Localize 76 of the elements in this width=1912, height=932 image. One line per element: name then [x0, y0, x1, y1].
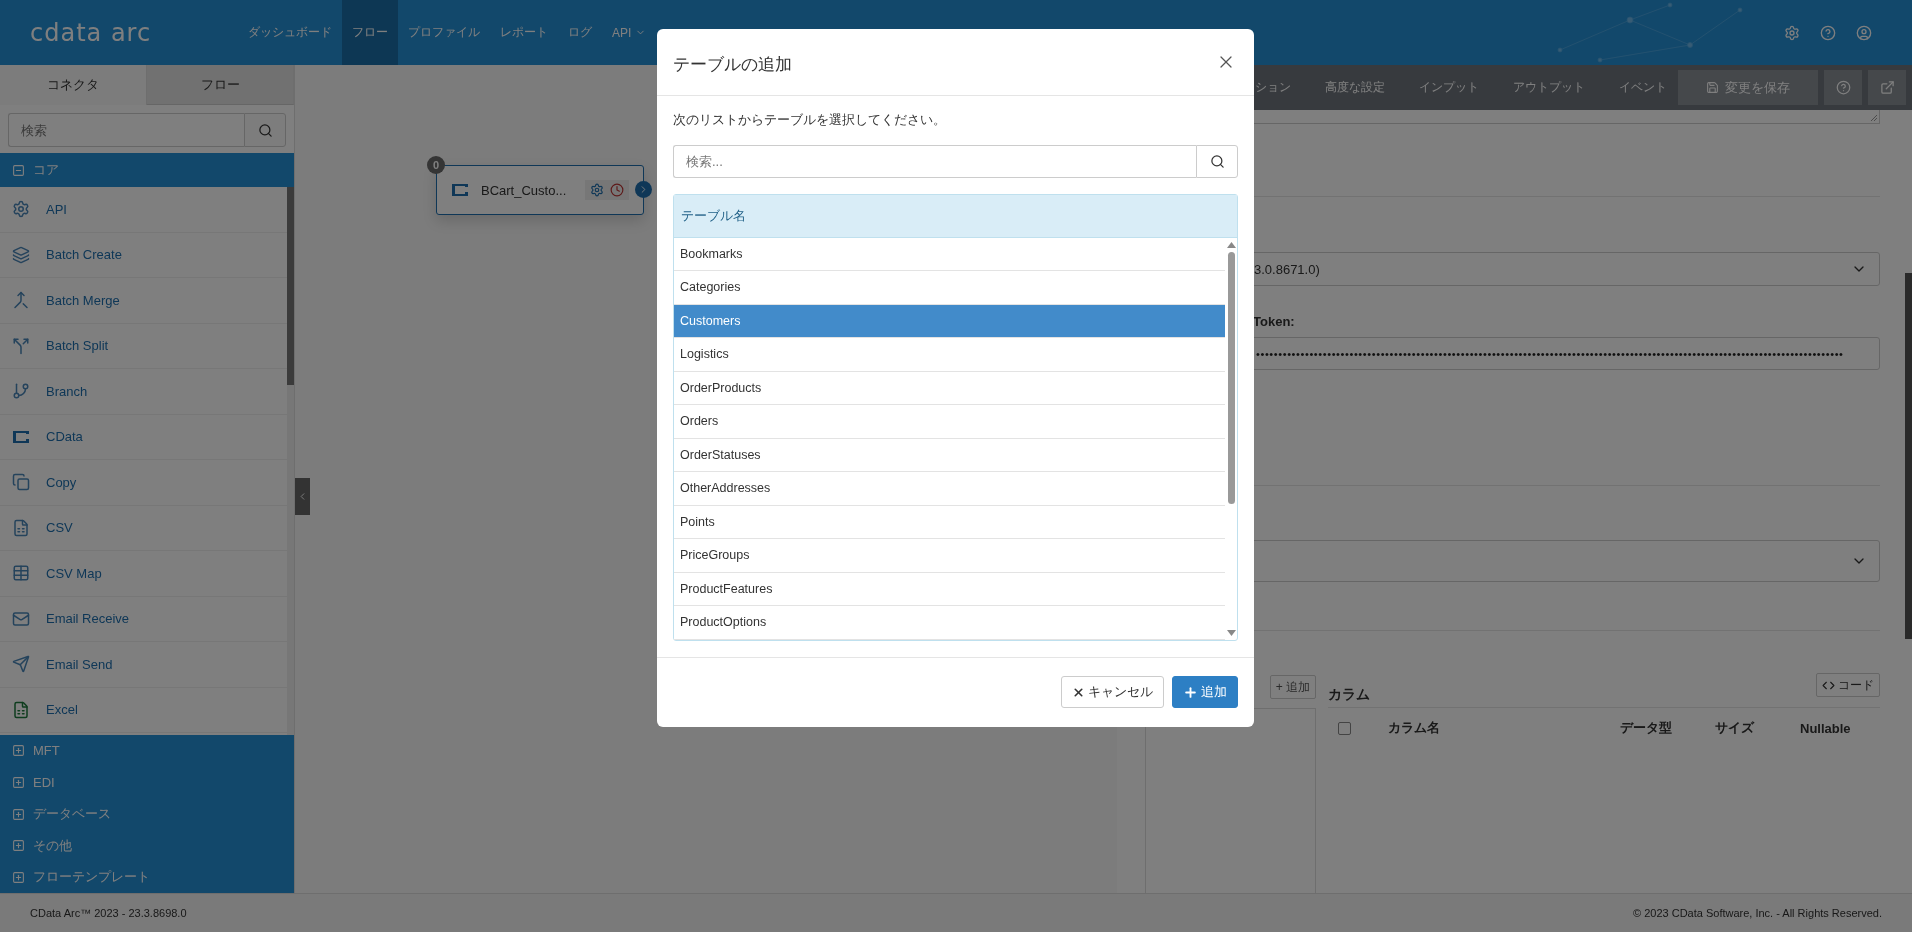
settings-icon[interactable] — [1784, 24, 1800, 41]
user-icon[interactable] — [1856, 24, 1872, 41]
mail-icon — [12, 609, 30, 628]
external-link-button[interactable] — [1868, 70, 1906, 105]
search-button[interactable] — [1196, 144, 1238, 178]
gear-icon[interactable] — [590, 183, 604, 197]
panel-tab[interactable]: 高度な設定 — [1325, 65, 1385, 110]
select-all-checkbox[interactable] — [1338, 721, 1351, 735]
category-label: EDI — [33, 774, 55, 790]
c-shape-icon — [451, 183, 469, 197]
c-shape-icon — [12, 429, 30, 444]
help-icon[interactable] — [1820, 24, 1836, 41]
category-label: MFT — [33, 743, 60, 759]
cancel-button[interactable]: キャンセル — [1061, 676, 1164, 709]
column-header: カラム名 — [1388, 719, 1441, 737]
output-port[interactable] — [635, 181, 652, 198]
search-field[interactable]: 検索 — [8, 113, 244, 147]
nav-tab[interactable]: API — [602, 0, 657, 65]
help-button[interactable] — [1824, 70, 1862, 105]
merge-icon — [12, 291, 30, 310]
instruction-text: 次のリストからテーブルを選択してください。 — [673, 111, 947, 129]
category-label: データベース — [33, 805, 111, 823]
scroll-down-icon[interactable] — [1226, 629, 1236, 636]
copyright-text: © 2023 CData Software, Inc. - All Rights Reserved. — [1633, 907, 1882, 919]
column-header: データ型 — [1620, 719, 1673, 737]
branch-icon — [12, 382, 30, 401]
category-label: コア — [33, 161, 59, 179]
external-link-icon — [1879, 80, 1895, 95]
nav-tab[interactable]: ログ — [558, 0, 602, 65]
plus-icon — [1183, 684, 1198, 700]
node-badge: 0 — [427, 156, 445, 174]
scrollbar-thumb[interactable] — [1905, 273, 1912, 639]
x-icon — [1072, 685, 1085, 699]
category-header[interactable]: コア — [0, 153, 294, 187]
copy-icon — [12, 473, 30, 492]
logo: cdata arc — [29, 17, 153, 49]
split-icon — [12, 336, 30, 355]
search-icon — [1209, 153, 1225, 169]
scroll-up-icon[interactable] — [1226, 241, 1236, 248]
dialog-title: テーブルの追加 — [673, 54, 792, 77]
nav-tab[interactable]: プロファイル — [398, 0, 490, 65]
add-button[interactable]: + 追加 — [1269, 675, 1316, 699]
field-label: Token: — [1253, 314, 1296, 329]
scrollbar-thumb[interactable] — [1227, 251, 1235, 504]
search-field[interactable]: 検索... — [673, 144, 1196, 178]
sidebar-tab[interactable]: コネクタ — [0, 65, 147, 105]
category-label: フローテンプレート — [33, 868, 150, 887]
column-header: Nullable — [1800, 720, 1852, 736]
nav-tab[interactable]: レポート — [490, 0, 558, 65]
search-icon — [257, 122, 273, 138]
clock-icon[interactable] — [610, 183, 624, 197]
search-button[interactable] — [244, 113, 286, 147]
add-button[interactable]: 追加 — [1172, 676, 1238, 709]
section-title: カラム — [1328, 686, 1370, 704]
sidebar-tab[interactable]: フロー — [147, 65, 294, 105]
resize-handle-icon[interactable] — [1870, 114, 1878, 122]
spreadsheet-icon — [12, 518, 30, 537]
nav-tab[interactable]: フロー — [342, 0, 398, 65]
help-icon — [1835, 80, 1851, 95]
category-label: その他 — [33, 836, 72, 855]
collapse-handle[interactable] — [295, 478, 310, 515]
table-icon — [12, 564, 30, 583]
save-icon — [1706, 81, 1719, 94]
node-label: BCart_Custo... — [481, 182, 568, 198]
spreadsheet-icon — [12, 700, 30, 719]
column-header: テーブル名 — [674, 194, 1237, 238]
connector-item[interactable]: CSV Map — [0, 551, 287, 597]
scrollbar-thumb[interactable] — [287, 187, 294, 385]
gear-icon — [12, 200, 30, 219]
code-button[interactable]: コード — [1816, 673, 1880, 697]
version-text: CData Arc™ 2023 - 23.3.8698.0 — [30, 907, 187, 919]
send-icon — [12, 655, 30, 674]
nav-tab[interactable]: ダッシュボード — [238, 0, 342, 65]
table-row[interactable]: Customers — [674, 304, 1225, 339]
layers-icon — [12, 245, 30, 264]
column-header: サイズ — [1715, 719, 1756, 737]
